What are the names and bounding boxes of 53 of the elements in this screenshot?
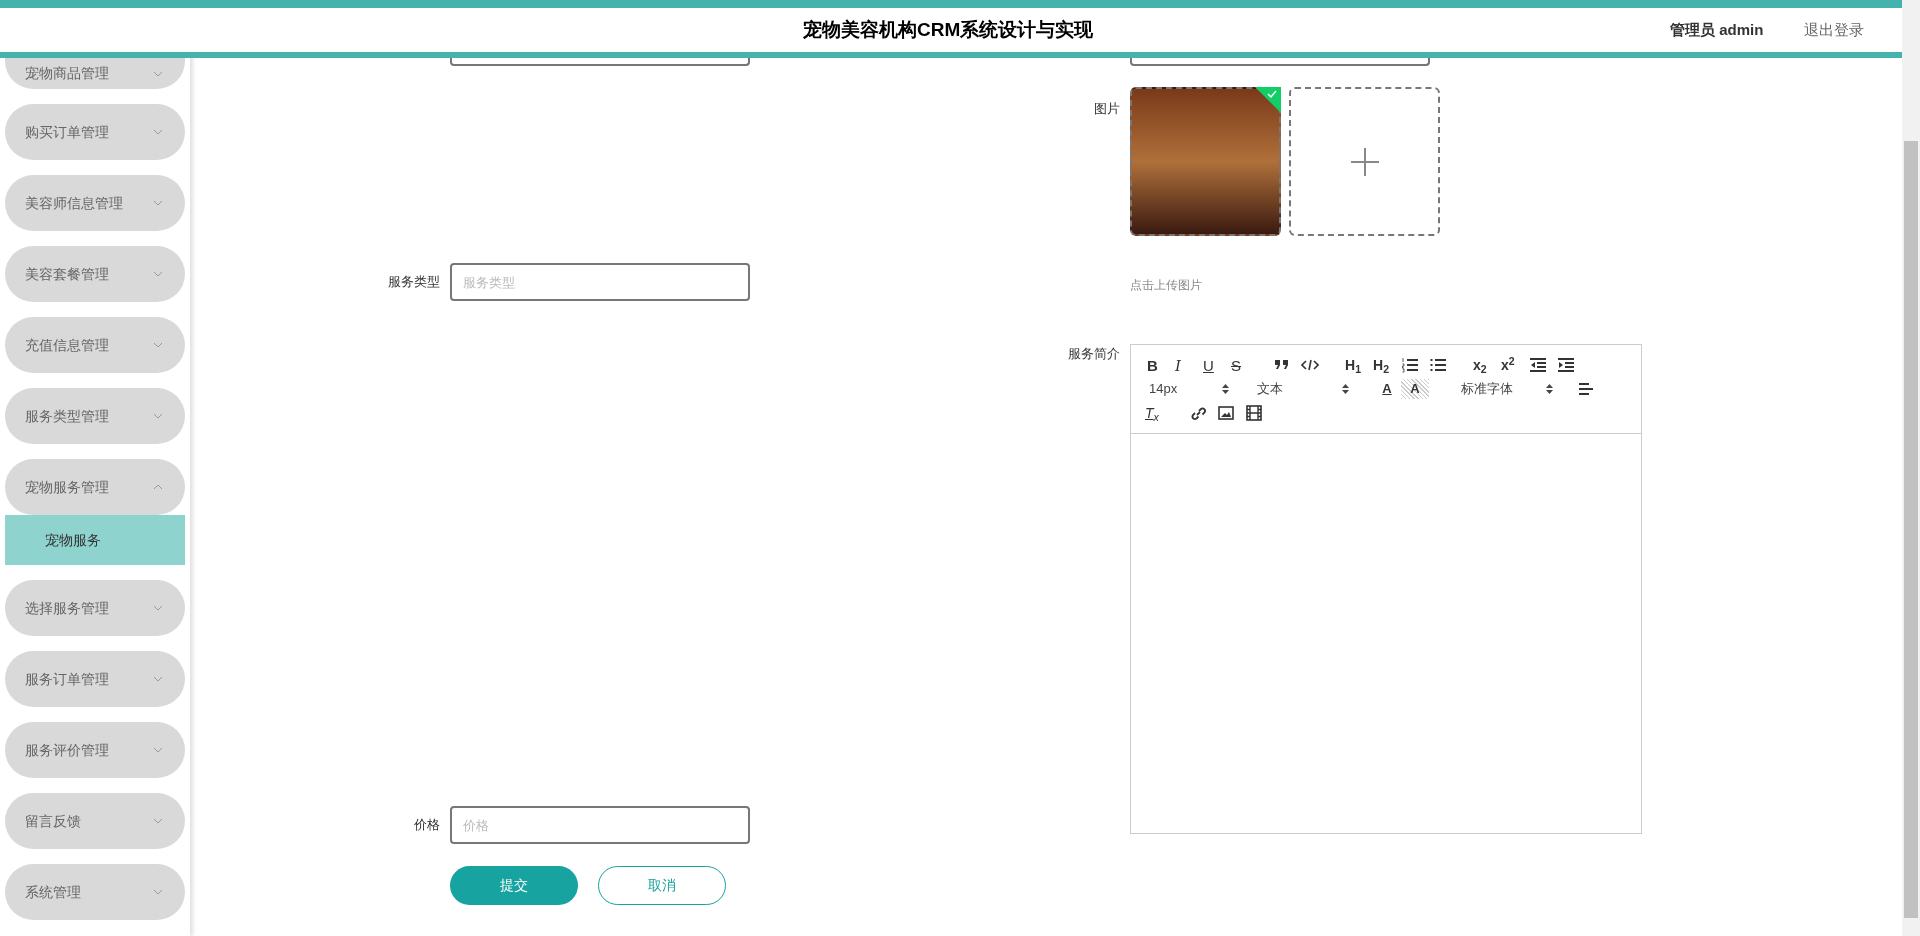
menu-item[interactable]: 服务订单管理 xyxy=(5,651,185,707)
field-label: 图片 xyxy=(1093,100,1120,118)
outdent-icon xyxy=(1529,356,1547,374)
updown-arrow-icon xyxy=(1342,384,1349,394)
text-color-button[interactable]: A xyxy=(1373,379,1401,399)
plus-icon xyxy=(1350,147,1379,176)
upload-button[interactable] xyxy=(1289,87,1440,236)
field-label: 价格 xyxy=(413,816,440,835)
menu-item[interactable]: 系统管理 xyxy=(5,864,185,920)
logout-link[interactable]: 退出登录 xyxy=(1804,18,1864,42)
clear-format-button[interactable]: T$_{x}$ xyxy=(1145,403,1173,423)
input-field[interactable] xyxy=(450,58,750,66)
menu-item[interactable]: 美容套餐管理 xyxy=(5,246,185,302)
field-label: 服务类型 xyxy=(387,273,440,292)
dropdown-select[interactable]: 文本 xyxy=(1253,379,1349,399)
menu-item[interactable]: 服务评价管理 xyxy=(5,722,185,778)
highlight-color-button[interactable]: A xyxy=(1401,379,1429,399)
field-label: 服务简介 xyxy=(1067,345,1120,363)
updown-arrow-icon xyxy=(1222,384,1229,394)
updown-arrow-icon xyxy=(1546,384,1553,394)
script-button[interactable]: x$_{2}$ xyxy=(1473,355,1501,375)
film-icon xyxy=(1245,404,1263,422)
upload-hint: 点击上传图片 xyxy=(1130,277,1203,294)
bullet-list-icon xyxy=(1429,356,1447,374)
image-icon xyxy=(1217,404,1235,422)
input-field[interactable] xyxy=(1130,58,1430,66)
menu-item[interactable]: 宠物服务管理 xyxy=(5,459,185,515)
menu-item[interactable]: 选择服务管理 xyxy=(5,580,185,636)
service-type-input[interactable]: 服务类型 xyxy=(450,263,750,301)
heading-button[interactable]: H$_{2}$ xyxy=(1373,355,1401,375)
indent-icon xyxy=(1557,356,1575,374)
strike-button[interactable]: S xyxy=(1229,355,1257,375)
bold-button[interactable]: B xyxy=(1145,355,1173,375)
app-title: 宠物美容机构CRM系统设计与实现 xyxy=(803,17,1094,42)
italic-button[interactable]: I xyxy=(1173,355,1201,375)
menu-item[interactable]: 留言反馈 xyxy=(5,793,185,849)
align-left-icon xyxy=(1577,380,1595,398)
numbered-list-icon xyxy=(1401,356,1419,374)
heading-button[interactable]: H$_{1}$ xyxy=(1345,355,1373,375)
submenu-item[interactable]: 宠物服务 xyxy=(5,515,185,565)
scrollbar-thumb[interactable] xyxy=(1904,141,1918,918)
script-button[interactable]: x$^{2}$ xyxy=(1501,355,1529,375)
menu-item[interactable]: 宠物商品管理 xyxy=(5,58,185,89)
price-input[interactable]: 价格 xyxy=(450,806,750,844)
menu-item[interactable]: 购买订单管理 xyxy=(5,104,185,160)
dropdown-select[interactable]: 14px xyxy=(1145,379,1229,399)
user-name: 管理员 admin xyxy=(1670,19,1764,40)
menu-item[interactable]: 服务类型管理 xyxy=(5,388,185,444)
underline-button[interactable]: U xyxy=(1201,355,1229,375)
dropdown-select[interactable]: 标准字体 xyxy=(1457,379,1553,399)
menu-item[interactable]: 美容师信息管理 xyxy=(5,175,185,231)
link-icon xyxy=(1189,404,1207,422)
menu-item[interactable]: 充值信息管理 xyxy=(5,317,185,373)
